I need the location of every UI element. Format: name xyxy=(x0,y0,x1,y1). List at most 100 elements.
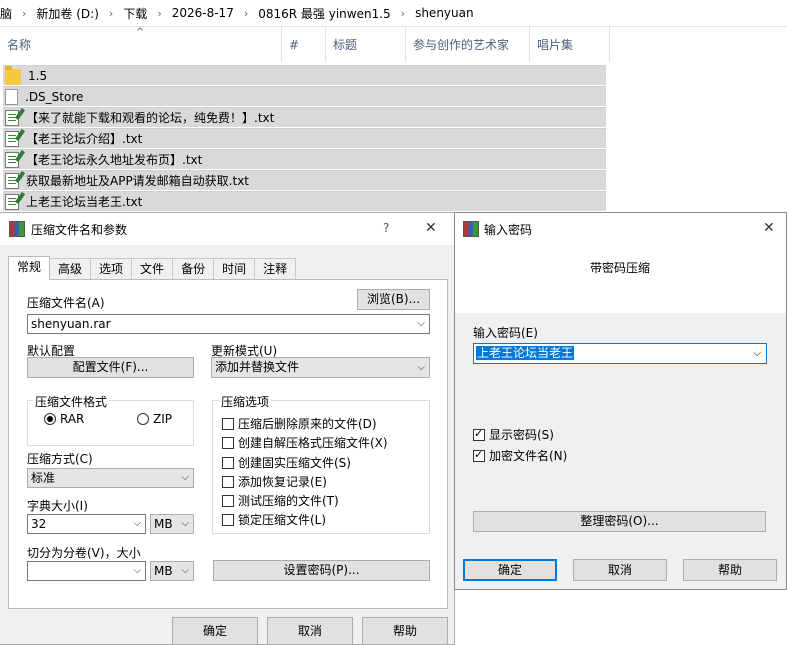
split-size-input[interactable]: ⌵ xyxy=(27,561,146,581)
breadcrumb-item[interactable]: 2026-8-17 xyxy=(166,6,240,20)
file-name: 上老王论坛当老王.txt xyxy=(26,195,143,209)
dialog-titlebar: 压缩文件名和参数 ? ✕ xyxy=(0,213,454,245)
column-number[interactable]: # xyxy=(282,27,326,62)
column-header-row: ^ 名称 # 标题 参与创作的艺术家 唱片集 xyxy=(0,27,610,62)
option-solid[interactable]: 创建固实压缩文件(S) xyxy=(222,454,351,471)
password-heading: 带密码压缩 xyxy=(590,261,651,275)
options-group-label: 压缩选项 xyxy=(219,393,272,410)
dict-unit-value: MB xyxy=(154,517,173,531)
file-name: 获取最新地址及APP请发邮箱自动获取.txt xyxy=(26,174,250,188)
file-name: 1.5 xyxy=(28,68,48,83)
file-row[interactable]: 获取最新地址及APP请发邮箱自动获取.txt xyxy=(3,170,606,190)
format-zip-label: ZIP xyxy=(153,412,172,426)
profiles-button[interactable]: 配置文件(F)... xyxy=(27,357,194,378)
column-album[interactable]: 唱片集 xyxy=(530,27,610,62)
help-icon[interactable]: ? xyxy=(383,221,389,235)
file-row[interactable]: 上老王论坛当老王.txt xyxy=(3,191,606,211)
tab-general[interactable]: 常规 xyxy=(8,256,51,280)
set-password-button[interactable]: 设置密码(P)... xyxy=(213,560,430,581)
chevron-down-icon[interactable]: ⌵ xyxy=(753,344,761,363)
option-delete-after[interactable]: 压缩后删除原来的文件(D) xyxy=(222,415,377,432)
chevron-down-icon[interactable]: ⌵ xyxy=(417,315,425,333)
option-label: 压缩后删除原来的文件(D) xyxy=(238,417,377,431)
option-label: 添加恢复记录(E) xyxy=(238,475,327,489)
radio-icon xyxy=(137,413,149,425)
tab-advanced[interactable]: 高级 xyxy=(49,258,92,280)
checkbox-icon xyxy=(222,513,234,526)
dict-size-label: 字典大小(I) xyxy=(27,499,88,513)
option-label: 锁定压缩文件(L) xyxy=(238,513,327,527)
archive-name-input[interactable]: shenyuan.rar ⌵ xyxy=(27,314,430,334)
checkbox-icon xyxy=(222,494,234,507)
update-mode-value: 添加并替换文件 xyxy=(215,360,300,374)
file-row[interactable]: .DS_Store xyxy=(3,86,606,106)
cancel-button[interactable]: 取消 xyxy=(573,559,667,581)
text-file-icon xyxy=(5,172,19,189)
split-unit-select[interactable]: MB ⌵ xyxy=(150,561,194,581)
encrypt-filenames-checkbox[interactable]: 加密文件名(N) xyxy=(473,447,567,464)
ok-button[interactable]: 确定 xyxy=(172,617,258,645)
breadcrumb-item[interactable]: 新加卷 (D:) xyxy=(30,5,104,22)
ok-button[interactable]: 确定 xyxy=(463,559,557,581)
show-password-label: 显示密码(S) xyxy=(489,428,554,442)
split-unit-value: MB xyxy=(154,564,173,578)
option-label: 创建固实压缩文件(S) xyxy=(238,456,351,470)
file-row[interactable]: 【来了就能下载和观看的论坛，纯免费！】.txt xyxy=(3,107,606,127)
file-row[interactable]: 【老王论坛永久地址发布页】.txt xyxy=(3,149,606,169)
close-icon[interactable]: ✕ xyxy=(425,220,437,236)
browse-button[interactable]: 浏览(B)... xyxy=(357,289,430,310)
file-name: 【来了就能下载和观看的论坛，纯免费！】.txt xyxy=(26,111,275,125)
option-lock[interactable]: 锁定压缩文件(L) xyxy=(222,511,326,528)
radio-selected-icon xyxy=(44,413,56,425)
tab-backup[interactable]: 备份 xyxy=(172,258,215,280)
file-row[interactable]: 【老王论坛介绍】.txt xyxy=(3,128,606,148)
password-value: 上老王论坛当老王 xyxy=(476,346,575,360)
help-button[interactable]: 帮助 xyxy=(683,559,777,581)
breadcrumb-item[interactable]: 脑 xyxy=(0,5,18,22)
option-sfx[interactable]: 创建自解压格式压缩文件(X) xyxy=(222,434,388,451)
text-file-icon xyxy=(5,109,19,126)
archive-parameters-dialog: 压缩文件名和参数 ? ✕ 常规 高级 选项 文件 备份 时间 注释 压缩文件名(… xyxy=(0,212,455,645)
method-select[interactable]: 标准 ⌵ xyxy=(27,468,194,488)
breadcrumb-item[interactable]: shenyuan xyxy=(409,6,480,20)
update-mode-select[interactable]: 添加并替换文件 ⌵ xyxy=(211,357,430,378)
dict-unit-select[interactable]: MB ⌵ xyxy=(150,514,194,534)
file-icon xyxy=(5,88,18,105)
chevron-down-icon: ⌵ xyxy=(181,518,189,529)
text-file-icon xyxy=(5,193,19,210)
dict-size-select[interactable]: 32 ⌵ xyxy=(27,514,146,534)
close-icon[interactable]: ✕ xyxy=(763,220,775,236)
file-row[interactable]: 1.5 xyxy=(3,65,606,85)
checkbox-checked-icon xyxy=(473,427,485,441)
help-button[interactable]: 帮助 xyxy=(362,617,448,645)
chevron-down-icon: ⌵ xyxy=(133,565,141,576)
column-name[interactable]: 名称 xyxy=(0,27,282,62)
method-label: 压缩方式(C) xyxy=(27,452,93,466)
chevron-right-icon: › xyxy=(157,6,162,20)
cancel-button[interactable]: 取消 xyxy=(267,617,353,645)
password-dialog-header: 输入密码 ✕ 带密码压缩 xyxy=(455,213,786,313)
tab-time[interactable]: 时间 xyxy=(213,258,256,280)
show-password-checkbox[interactable]: 显示密码(S) xyxy=(473,426,554,443)
tab-options[interactable]: 选项 xyxy=(90,258,133,280)
password-input[interactable]: 上老王论坛当老王 ⌵ xyxy=(473,343,767,364)
breadcrumb-item[interactable]: 0816R 最强 yinwen1.5 xyxy=(252,5,396,22)
column-title[interactable]: 标题 xyxy=(326,27,406,62)
archive-name-label: 压缩文件名(A) xyxy=(27,296,105,310)
chevron-right-icon: › xyxy=(400,6,406,20)
folder-icon xyxy=(5,66,21,85)
option-label: 测试压缩的文件(T) xyxy=(238,494,339,508)
organize-passwords-button[interactable]: 整理密码(O)... xyxy=(473,511,766,532)
format-zip-radio[interactable]: ZIP xyxy=(137,412,172,426)
breadcrumb-item[interactable]: 下载 xyxy=(117,5,153,22)
tab-files[interactable]: 文件 xyxy=(131,258,174,280)
chevron-right-icon: › xyxy=(22,6,27,20)
option-test[interactable]: 测试压缩的文件(T) xyxy=(222,492,339,509)
tab-comment[interactable]: 注释 xyxy=(254,258,297,280)
option-recovery[interactable]: 添加恢复记录(E) xyxy=(222,473,327,490)
column-artists[interactable]: 参与创作的艺术家 xyxy=(406,27,530,62)
dialog-title: 输入密码 xyxy=(484,223,533,237)
file-name: .DS_Store xyxy=(25,89,84,104)
password-label: 输入密码(E) xyxy=(473,326,538,340)
format-rar-radio[interactable]: RAR xyxy=(44,412,84,426)
